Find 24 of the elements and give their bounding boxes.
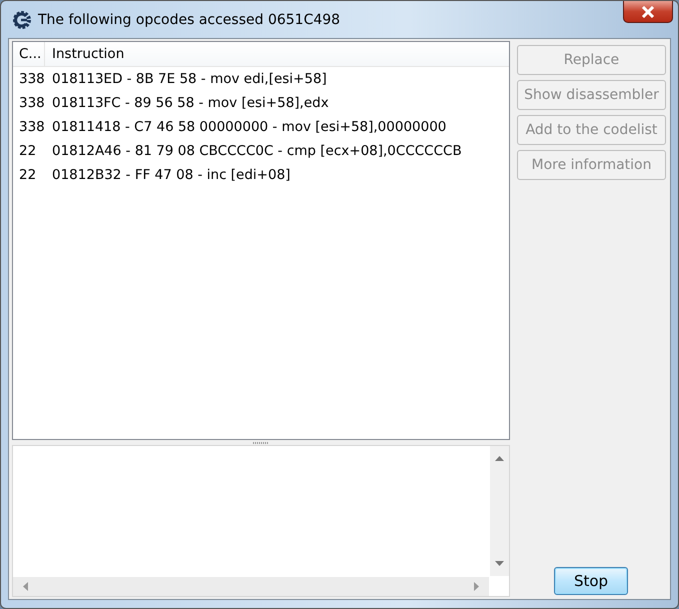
- column-header[interactable]: C...: [13, 42, 45, 66]
- table-cell-text: 018113ED - 8B 7E 58 - mov edi,[esi+58]: [51, 71, 327, 87]
- close-icon: [641, 6, 655, 18]
- window-title: The following opcodes accessed 0651C498: [38, 12, 340, 28]
- text-area[interactable]: [12, 445, 510, 597]
- down-arrow-icon: [495, 561, 504, 566]
- horizontal-scrollbar[interactable]: [13, 577, 489, 596]
- close-button[interactable]: [623, 1, 673, 23]
- table-cell-text: 338: [18, 119, 45, 135]
- table-cell-text: 01811418 - C7 46 58 00000000 - mov [esi+58],00000000: [51, 119, 446, 135]
- stop-button[interactable]: Stop: [554, 567, 628, 595]
- table-cell-text: 22: [18, 143, 38, 159]
- table-cell-text: 338: [18, 71, 45, 87]
- up-arrow-icon: [495, 456, 504, 461]
- table-cell-text: 018113FC - 89 56 58 - mov [esi+58],edx: [51, 95, 329, 111]
- table-cell-text: 338: [18, 95, 45, 111]
- right-arrow-icon: [474, 582, 479, 591]
- table-cell-text: 01812B32 - FF 47 08 - inc [edi+08]: [51, 167, 290, 183]
- table-cell-text: 22: [18, 167, 38, 183]
- left-arrow-icon: [23, 582, 28, 591]
- table-cell-text: 01812A46 - 81 79 08 CBCCCC0C - cmp [ecx+08],0CCCCCCB: [51, 143, 462, 159]
- column-header[interactable]: Instruction: [45, 42, 124, 66]
- gear-icon: [12, 10, 32, 30]
- vertical-scrollbar[interactable]: [490, 446, 509, 576]
